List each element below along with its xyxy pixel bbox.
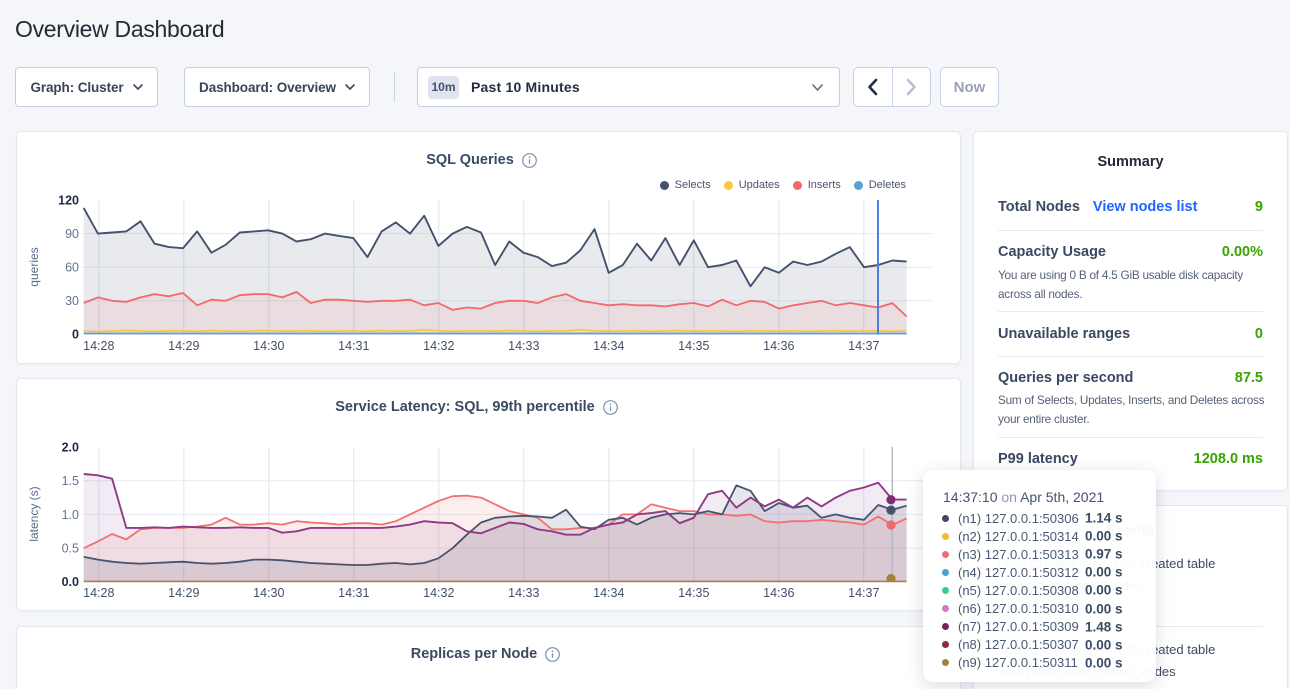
svg-text:14:32: 14:32 (423, 339, 454, 353)
svg-text:0: 0 (72, 328, 79, 342)
svg-text:14:28: 14:28 (83, 339, 114, 353)
svg-text:14:34: 14:34 (593, 339, 624, 353)
svg-text:14:29: 14:29 (168, 339, 199, 353)
svg-text:0.0: 0.0 (62, 575, 79, 589)
svg-text:30: 30 (65, 294, 79, 308)
svg-text:14:37: 14:37 (848, 339, 879, 353)
svg-text:14:32: 14:32 (423, 586, 454, 600)
svg-text:14:36: 14:36 (763, 339, 794, 353)
svg-text:120: 120 (58, 193, 79, 207)
svg-text:14:37: 14:37 (848, 586, 879, 600)
svg-text:14:33: 14:33 (508, 586, 539, 600)
svg-text:1.0: 1.0 (62, 508, 79, 522)
svg-text:14:30: 14:30 (253, 586, 284, 600)
svg-text:60: 60 (65, 261, 79, 275)
svg-text:latency (s): latency (s) (27, 486, 41, 541)
svg-text:0.5: 0.5 (62, 542, 79, 556)
svg-text:2.0: 2.0 (62, 440, 79, 454)
svg-text:1.5: 1.5 (62, 474, 79, 488)
svg-text:14:35: 14:35 (678, 586, 709, 600)
svg-text:14:31: 14:31 (338, 586, 369, 600)
svg-text:14:30: 14:30 (253, 339, 284, 353)
svg-text:14:31: 14:31 (338, 339, 369, 353)
svg-text:14:33: 14:33 (508, 339, 539, 353)
svg-text:90: 90 (65, 227, 79, 241)
svg-text:14:29: 14:29 (168, 586, 199, 600)
svg-text:14:35: 14:35 (678, 339, 709, 353)
svg-text:queries: queries (27, 247, 41, 286)
svg-text:14:34: 14:34 (593, 586, 624, 600)
svg-text:14:28: 14:28 (83, 586, 114, 600)
svg-text:14:36: 14:36 (763, 586, 794, 600)
